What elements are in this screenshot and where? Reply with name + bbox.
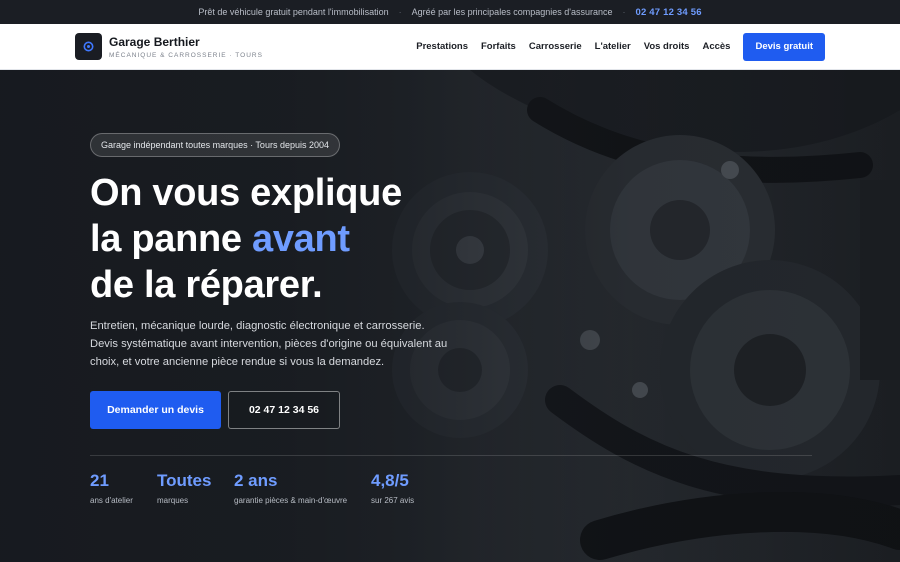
wrench-gear-icon	[83, 41, 94, 52]
stat-value: Toutes	[157, 471, 212, 490]
stat-value: 2 ans	[234, 471, 278, 490]
site-header: Garage Berthier MÉCANIQUE & CARROSSERIE …	[0, 24, 900, 70]
headline-line-1: On vous explique	[90, 172, 402, 214]
hero-badge: Garage indépendant toutes marques · Tour…	[90, 133, 340, 157]
brand: Garage Berthier MÉCANIQUE & CARROSSERIE …	[109, 35, 263, 59]
headline-line-2: la panne	[90, 218, 253, 260]
topbar-separator: ·	[398, 7, 402, 17]
nav-item-atelier[interactable]: L'atelier	[595, 41, 631, 52]
stat-value: 21	[90, 471, 109, 490]
loaner-notice: Prêt de véhicule gratuit pendant l'immob…	[198, 7, 389, 17]
stat-value: 4,8/5	[371, 471, 409, 490]
stat-years: 21 ans d'atelier	[90, 471, 133, 505]
brand-name: Garage Berthier	[109, 34, 200, 49]
nav-item-carrosserie[interactable]: Carrosserie	[529, 41, 582, 52]
main-nav: Prestations Forfaits Carrosserie L'ateli…	[403, 32, 825, 61]
free-quote-button[interactable]: Devis gratuit	[743, 32, 825, 61]
logo[interactable]	[75, 33, 102, 60]
topbar-phone-link[interactable]: 02 47 12 34 56	[635, 7, 701, 18]
top-info-bar: Prêt de véhicule gratuit pendant l'immob…	[0, 0, 900, 24]
hero-section: Garage indépendant toutes marques · Tour…	[0, 70, 900, 562]
stat-brands: Toutes marques	[157, 471, 211, 505]
stat-label: garantie pièces & main-d'œuvre	[234, 496, 348, 505]
topbar-separator: ·	[622, 7, 626, 17]
headline-line-3: de la réparer.	[90, 264, 323, 306]
insurance-notice: Agréé par les principales compagnies d'a…	[411, 7, 613, 17]
stats-divider	[90, 455, 812, 456]
stat-label: marques	[157, 496, 189, 505]
nav-item-forfaits[interactable]: Forfaits	[481, 41, 516, 52]
call-phone-button[interactable]: 02 47 12 34 56	[228, 391, 340, 429]
stat-label: ans d'atelier	[90, 496, 133, 505]
headline-accent: avant	[252, 218, 350, 260]
stat-label: sur 267 avis	[371, 496, 415, 505]
hero-lead-text: Entretien, mécanique lourde, diagnostic …	[90, 320, 448, 368]
stat-rating: 4,8/5 sur 267 avis	[371, 471, 414, 505]
nav-item-prestations[interactable]: Prestations	[416, 41, 468, 52]
nav-item-vos-droits[interactable]: Vos droits	[644, 41, 690, 52]
nav-item-acces[interactable]: Accès	[702, 41, 730, 52]
hero-headline: On vous explique la panne avant de la ré…	[90, 170, 402, 308]
brand-tagline: MÉCANIQUE & CARROSSERIE · TOURS	[109, 51, 263, 59]
stat-warranty: 2 ans garantie pièces & main-d'œuvre	[234, 471, 347, 505]
request-quote-button[interactable]: Demander un devis	[90, 391, 221, 429]
